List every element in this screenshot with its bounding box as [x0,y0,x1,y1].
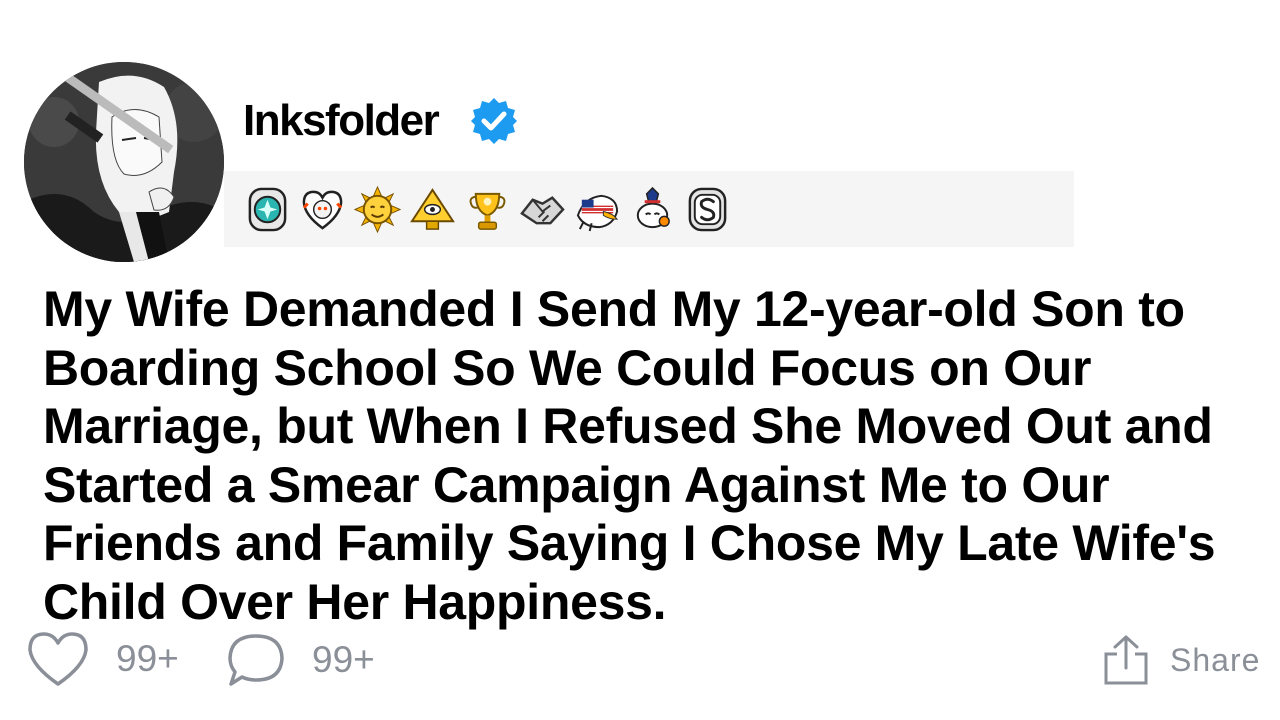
comment-count: 99+ [312,639,375,680]
gold-trophy-icon[interactable] [464,186,511,233]
handshake-icon[interactable] [519,186,566,233]
like-button[interactable]: 99+ [26,630,179,688]
eagle-flag-icon[interactable] [574,186,621,233]
party-snoo-icon[interactable] [629,186,676,233]
username[interactable]: Inksfolder [243,94,440,148]
avatar[interactable] [24,62,224,262]
comment-button[interactable]: 99+ [226,632,375,688]
share-label: Share [1170,641,1261,678]
illuminati-pyramid-icon[interactable] [409,186,456,233]
verified-badge-icon [471,98,517,144]
comment-icon [228,634,284,686]
like-count: 99+ [116,638,179,679]
awards-bar [224,171,1074,247]
post-title: My Wife Demanded I Send My 12-year-old S… [43,281,1216,630]
heart-face-icon[interactable] [299,186,346,233]
sun-face-icon[interactable] [354,185,401,233]
gem-badge-icon[interactable] [244,186,291,233]
silver-s-icon[interactable] [684,186,731,233]
heart-icon [28,632,88,686]
share-button[interactable]: Share [1103,634,1260,686]
avatar-image [24,62,224,262]
share-icon [1104,635,1148,685]
